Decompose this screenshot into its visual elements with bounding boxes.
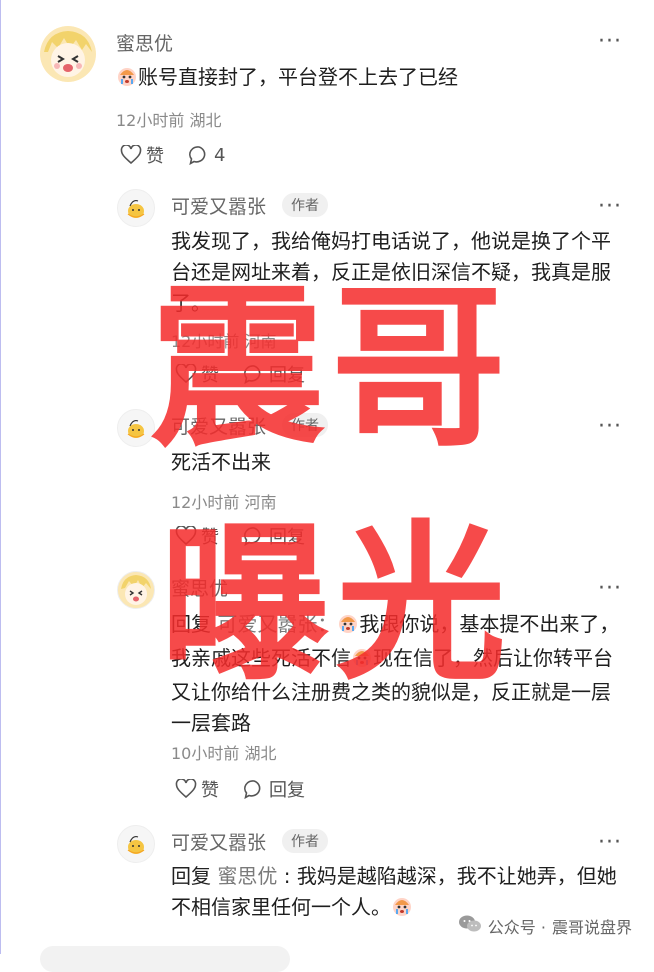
author-badge: 作者 <box>282 193 328 217</box>
watermark-line-2: 曝光 <box>160 506 513 704</box>
avatar[interactable] <box>117 571 155 609</box>
comment-actions: 赞 4 <box>120 142 225 168</box>
username[interactable]: 蜜思优 <box>116 29 173 56</box>
like-label: 赞 <box>201 780 219 801</box>
footer-account-name: 震哥说盘界 <box>551 918 632 937</box>
footer-prefix: 公众号 · <box>487 918 546 937</box>
region: 湖北 <box>189 111 222 130</box>
crying-emoji-icon <box>391 895 413 926</box>
wechat-icon <box>458 914 482 938</box>
comment-icon <box>188 145 210 165</box>
crying-emoji-icon <box>116 65 138 96</box>
username[interactable]: 可爱又嚣张 <box>171 192 266 219</box>
left-edge-line <box>0 0 1 954</box>
username[interactable]: 可爱又嚣张 <box>171 828 266 855</box>
comment-count-button[interactable]: 4 <box>188 145 225 166</box>
comment-icon <box>243 779 265 799</box>
more-options-button[interactable]: ··· <box>598 416 622 438</box>
bottom-input-bar[interactable] <box>40 946 290 972</box>
wechat-account-watermark: 公众号 · 震哥说盘界 <box>458 914 632 938</box>
reply-button[interactable]: 回复 <box>243 776 305 802</box>
avatar[interactable] <box>117 825 155 863</box>
reply-separator: : <box>277 864 297 888</box>
comment-text-content: 账号直接封了，平台登不上去了已经 <box>138 65 458 89</box>
reply-to-user[interactable]: 蜜思优 <box>217 864 277 888</box>
watermark-line-1: 震哥 <box>150 268 512 471</box>
comment-actions: 赞 回复 <box>175 776 305 802</box>
comment-text: 账号直接封了，平台登不上去了已经 <box>116 62 458 96</box>
like-button[interactable]: 赞 <box>175 776 219 802</box>
region: 湖北 <box>244 744 277 763</box>
reply-label: 回复 <box>269 780 305 801</box>
more-options-button[interactable]: ··· <box>598 31 622 53</box>
reply-count: 4 <box>214 144 226 166</box>
like-label: 赞 <box>146 146 164 167</box>
timestamp: 12小时前 <box>116 111 185 130</box>
avatar[interactable] <box>117 189 155 227</box>
more-options-button[interactable]: ··· <box>598 832 622 854</box>
like-icon <box>175 779 197 799</box>
author-badge: 作者 <box>282 829 328 853</box>
timestamp: 10小时前 <box>171 744 240 763</box>
reply-prefix: 回复 <box>171 864 211 888</box>
like-button[interactable]: 赞 <box>120 142 164 168</box>
like-icon <box>120 145 142 165</box>
more-options-button[interactable]: ··· <box>598 196 622 218</box>
comment-meta: 10小时前 湖北 <box>171 740 276 764</box>
comment-meta: 12小时前 湖北 <box>116 107 221 131</box>
more-options-button[interactable]: ··· <box>598 578 622 600</box>
avatar[interactable] <box>40 26 96 82</box>
